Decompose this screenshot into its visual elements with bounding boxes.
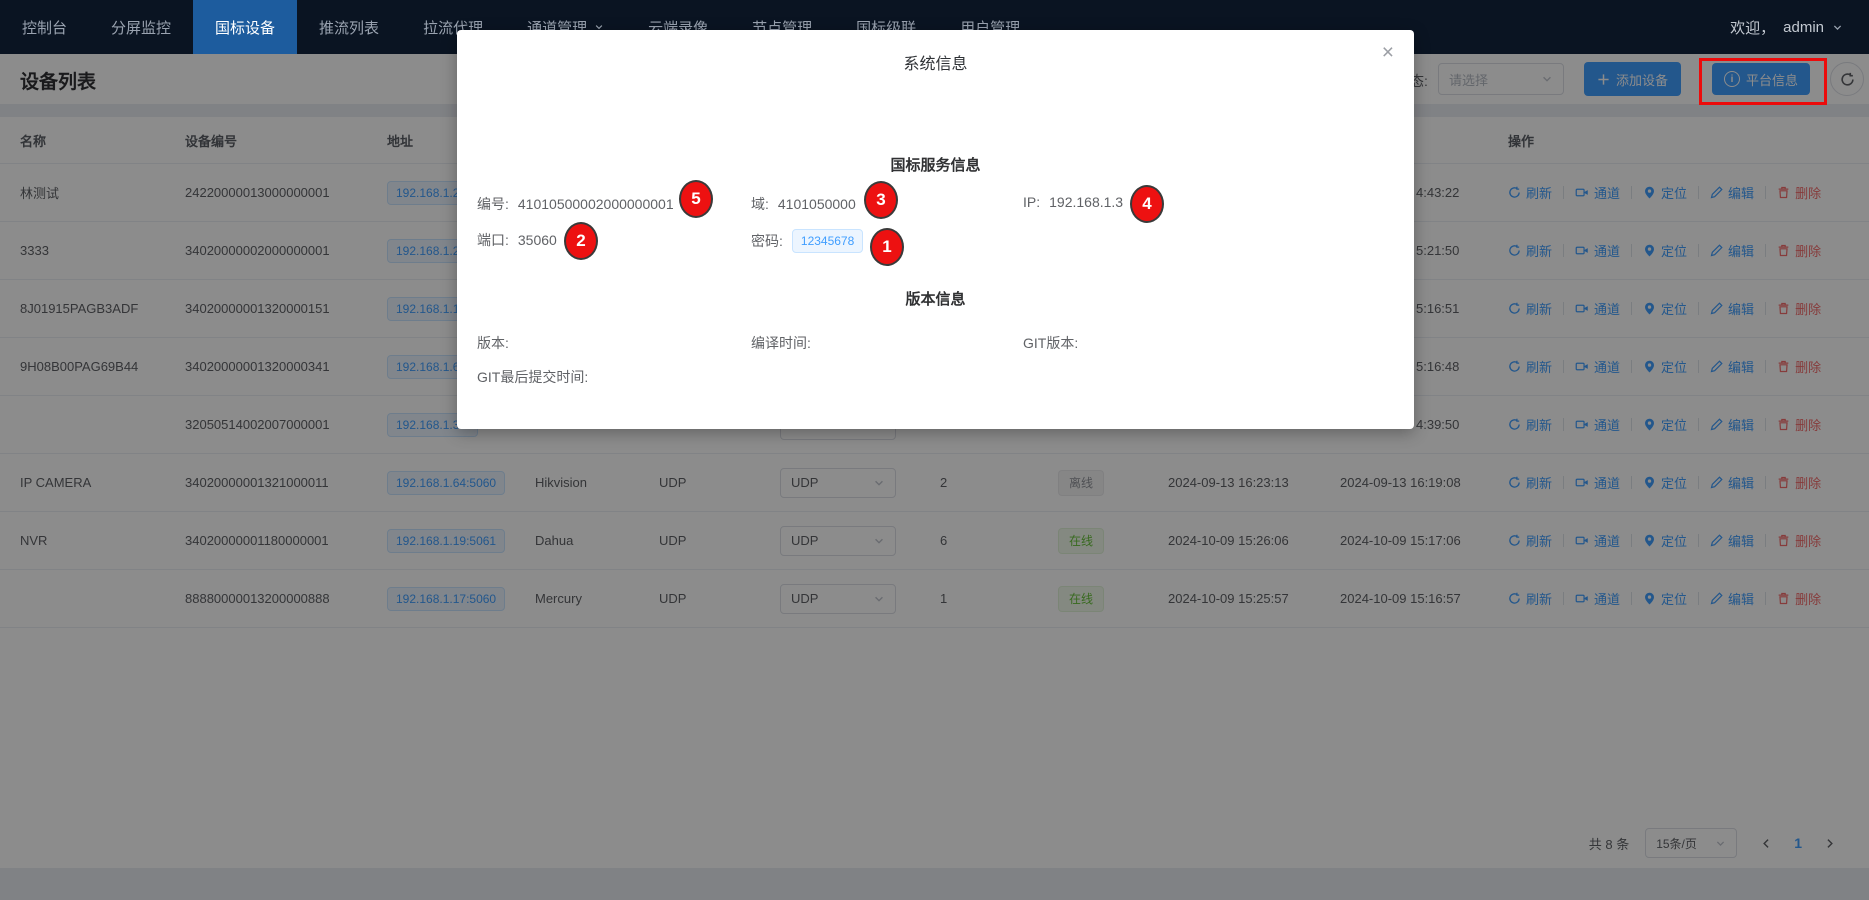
annotation-badge-3: 3 <box>864 181 898 219</box>
gb-password-field: 密码: 12345678 <box>751 229 863 253</box>
build-time-field: 编译时间: <box>751 333 811 353</box>
user-menu[interactable]: 欢迎， admin <box>1730 0 1869 54</box>
device-list-page: 控制台 分屏监控 国标设备 推流列表 拉流代理 通道管理 云端录像 节点管理 国… <box>0 0 1869 900</box>
nav-item-1[interactable]: 分屏监控 <box>89 0 193 54</box>
gb-domain-field: 域: 4101050000 <box>751 194 856 214</box>
nav-item-2[interactable]: 国标设备 <box>193 0 297 54</box>
version-heading: 版本信息 <box>457 288 1414 309</box>
close-icon[interactable]: × <box>1382 42 1394 63</box>
nav-item-3[interactable]: 推流列表 <box>297 0 401 54</box>
gb-ip-field: IP: 192.168.1.3 <box>1023 194 1123 210</box>
gb-port-field: 端口: 35060 <box>477 230 557 250</box>
annotation-badge-4: 4 <box>1130 185 1164 223</box>
chevron-down-icon <box>1832 22 1843 33</box>
annotation-badge-5: 5 <box>679 180 713 218</box>
welcome-label: 欢迎， <box>1730 17 1775 38</box>
git-version-field: GIT版本: <box>1023 333 1078 353</box>
system-info-modal: 系统信息 × 国标服务信息 编号: 41010500002000000001 域… <box>457 30 1414 429</box>
annotation-badge-2: 2 <box>564 222 598 260</box>
modal-title: 系统信息 <box>457 50 1414 74</box>
git-last-commit-field: GIT最后提交时间: <box>477 367 588 387</box>
gb-service-heading: 国标服务信息 <box>457 154 1414 175</box>
username: admin <box>1783 19 1824 36</box>
annotation-badge-1: 1 <box>870 228 904 266</box>
version-field: 版本: <box>477 333 509 353</box>
nav-item-0[interactable]: 控制台 <box>0 0 89 54</box>
gb-id-field: 编号: 41010500002000000001 <box>477 194 674 214</box>
annotation-rectangle <box>1699 58 1827 105</box>
password-tag[interactable]: 12345678 <box>792 229 863 253</box>
